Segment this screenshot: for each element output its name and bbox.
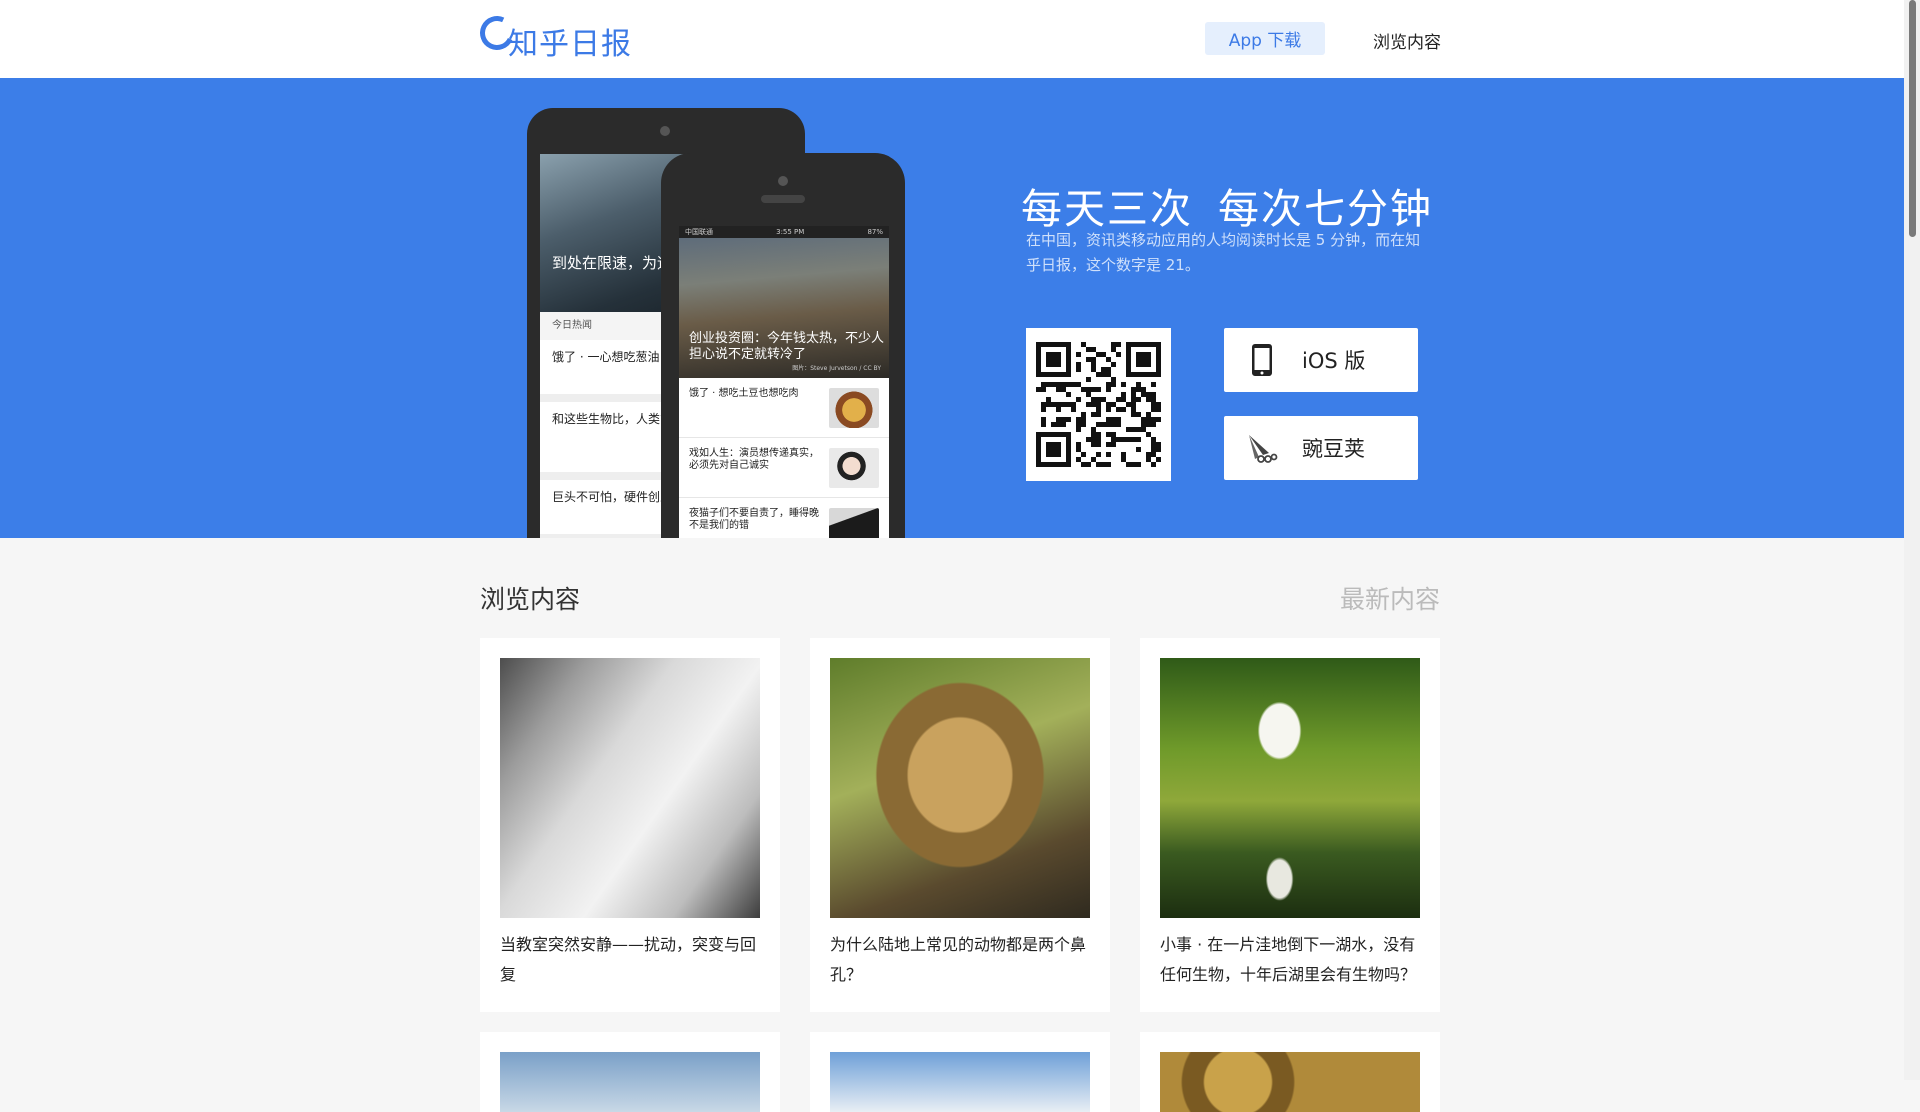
page-scrollbar[interactable] [1904,0,1920,1080]
scrollbar-thumb[interactable] [1909,0,1916,237]
story-caption: 创业投资圈：今年钱太热，不少人担心说不定就转冷了 [689,331,885,362]
article-image [830,1052,1090,1112]
thumbnail-cat [829,508,879,538]
wandoujia-download-label: 豌豆荚 [1302,437,1365,461]
ios-download-button[interactable]: iOS 版 [1224,328,1418,392]
article-card[interactable]: 小事 · 在一片洼地倒下一湖水，没有任何生物，十年后湖里会有生物吗？ [1140,638,1440,1012]
ios-download-label: iOS 版 [1302,349,1366,373]
list-item: 戏如人生：演员想传递真实，必须先对自己诚实 [679,438,889,498]
list-item: 夜猫子们不要自责了，睡得晚不是我们的错 [679,498,889,538]
article-card[interactable] [1140,1032,1440,1112]
article-image [500,1052,760,1112]
logo-text: 知乎日报 [508,27,632,62]
phone-camera [778,176,788,186]
thumbnail-clown [829,448,879,488]
article-image-leopard [830,658,1090,918]
article-title: 当教室突然安静——扰动，突变与回复 [500,935,757,984]
time-text: 3:55 PM [776,228,805,236]
phone-screen: 中国联通 3:55 PM 87% 创业投资圈：今年钱太热，不少人担心说不定就转冷… [679,226,889,538]
battery-text: 87% [867,228,883,236]
wandoujia-download-button[interactable]: 豌豆荚 [1224,416,1418,480]
list-item-title: 戏如人生：演员想传递真实，必须先对自己诚实 [689,448,819,471]
article-card[interactable]: 为什么陆地上常见的动物都是两个鼻孔？ [810,638,1110,1012]
story-cover-image: 创业投资圈：今年钱太热，不少人担心说不定就转冷了 图片：Steve Jurvet… [679,238,889,378]
carrier-text: 中国联通 [685,228,713,236]
list-item-title: 饿了 · 想吃土豆也想吃肉 [689,388,799,399]
zhihu-daily-logo[interactable]: 知乎日报 [475,11,632,62]
download-qr-code [1026,328,1171,481]
list-item: 饿了 · 想吃土豆也想吃肉 [679,378,889,438]
thumbnail-food [829,388,879,428]
list-item-title: 夜猫子们不要自责了，睡得晚不是我们的错 [689,508,819,531]
article-image-lotus [1160,658,1420,918]
hero-banner: 到处在限速，为速度操控为卖点 今日热闻 饿了 · 一心想吃葱油 和这些生物比，人… [0,78,1904,538]
article-title: 小事 · 在一片洼地倒下一湖水，没有任何生物，十年后湖里会有生物吗？ [1160,935,1417,984]
qr-code-icon [1036,342,1161,467]
hero-headline: 每天三次 每次七分钟 [1021,185,1434,233]
latest-content-link[interactable]: 最新内容 [1340,580,1440,616]
article-title: 为什么陆地上常见的动物都是两个鼻孔？ [830,935,1087,984]
top-header: 知乎日报 App 下载 浏览内容 [0,0,1904,78]
phone-speaker [761,195,805,203]
article-card[interactable] [810,1032,1110,1112]
article-image-compass [500,658,760,918]
hero-subtitle: 在中国，资讯类移动应用的人均阅读时长是 5 分钟，而在知乎日报，这个数字是 21… [1026,231,1421,274]
browse-section-title: 浏览内容 [480,585,581,614]
wandoujia-icon [1242,431,1282,465]
article-card[interactable] [480,1032,780,1112]
app-download-button[interactable]: App 下载 [1205,22,1325,55]
article-card[interactable]: 当教室突然安静——扰动，突变与回复 [480,638,780,1012]
nav-browse-link[interactable]: 浏览内容 [1373,28,1441,53]
status-bar: 中国联通 3:55 PM 87% [679,226,889,238]
image-credit: 图片：Steve Jurvetson / CC BY [792,365,881,372]
article-image [1160,1052,1420,1112]
phone-mockup-iphone: 中国联通 3:55 PM 87% 创业投资圈：今年钱太热，不少人担心说不定就转冷… [661,153,905,538]
phone-speaker [660,126,670,136]
iphone-icon [1242,343,1282,377]
